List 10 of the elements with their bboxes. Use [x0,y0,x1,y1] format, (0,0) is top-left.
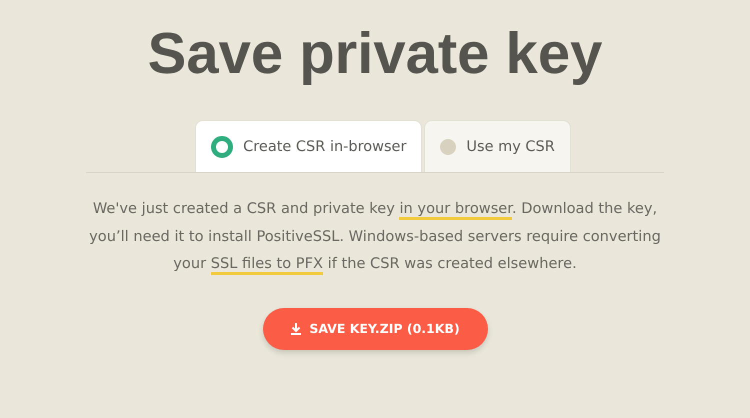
page-title: Save private key [148,20,602,88]
radio-icon [440,138,456,154]
link[interactable]: SSL files to PFX [210,255,323,275]
download-icon [290,322,302,335]
tab[interactable]: Create CSR in-browser [195,120,422,172]
description-text: We've just created a CSR and private key in your browser. Download the key, you’ll need it to install PositiveSSL. Windows-based servers require converting your SSL files to PFX if the CSR was created elsewhere. [75,195,675,278]
tab[interactable]: Use my CSR [424,120,571,172]
radio-icon [211,136,234,158]
save-button[interactable]: SAVE KEY.ZIP (0.1KB) [262,308,488,350]
link[interactable]: in your browser [399,200,512,220]
